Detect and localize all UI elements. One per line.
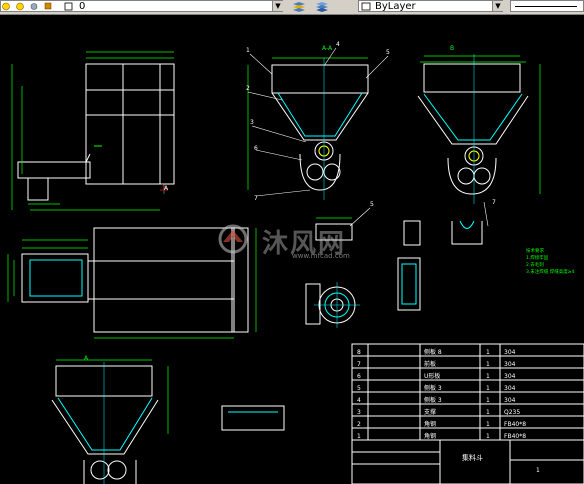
bom-no: 4 — [357, 397, 361, 404]
balloon-number: 7 — [492, 199, 496, 206]
bom-no: 7 — [357, 361, 361, 368]
balloon-number: 5 — [386, 49, 390, 56]
bom-material: 304 — [504, 361, 516, 368]
chevron-down-icon[interactable]: ▼ — [492, 1, 503, 11]
bom-material: 304 — [504, 397, 516, 404]
bom-qty: 1 — [486, 361, 490, 368]
mfcad-logo-icon — [218, 224, 248, 254]
balloon-number: 6 — [254, 145, 258, 152]
bom-qty: 1 — [486, 373, 490, 380]
balloon-number: 5 — [370, 201, 374, 208]
bom-no: 3 — [357, 409, 361, 416]
note-line: 2.去毛刺 — [526, 261, 544, 268]
bom-material: 304 — [504, 385, 516, 392]
bom-name: 支撑 — [424, 408, 436, 416]
drawing-scale: 1 — [536, 467, 540, 474]
bom-qty: 1 — [486, 349, 490, 356]
layer-state-icons — [2, 2, 73, 11]
properties-toolbar: 0 ▼ ByLayer ▼ — [0, 0, 584, 15]
bom-table — [351, 343, 584, 484]
current-layer-name: 0 — [79, 1, 86, 12]
section-label: A — [84, 355, 89, 362]
section-label: A — [164, 185, 169, 192]
bom-no: 1 — [357, 433, 361, 440]
note-line: 技术要求 — [526, 247, 544, 254]
bom-no: 2 — [357, 421, 361, 428]
balloon-number: 7 — [254, 195, 258, 202]
side-view-a — [17, 63, 175, 201]
color-value: ByLayer — [375, 1, 416, 12]
bom-material: 304 — [504, 349, 516, 356]
balloon-number: 3 — [250, 119, 254, 126]
linetype-preview — [515, 6, 577, 7]
watermark-url: www.mfcad.com — [292, 252, 350, 260]
color-dropdown[interactable]: ByLayer ▼ — [358, 0, 503, 12]
bottom-hopper-view — [51, 365, 159, 484]
bom-material: FB40*8 — [504, 433, 526, 440]
technical-notes: 技术要求 1.焊接牢固 2.去毛刺 3.未注焊缝 焊缝高度≥4 — [526, 247, 574, 275]
drawing-title: 集料斗 — [462, 453, 483, 462]
bom-material: FB40*8 — [504, 421, 526, 428]
bom-name: 角钢 — [424, 420, 436, 428]
balloon-number: 1 — [246, 47, 250, 54]
bom-qty: 1 — [486, 397, 490, 404]
chevron-down-icon[interactable]: ▼ — [272, 1, 283, 11]
bom-name: 前板 — [424, 360, 436, 368]
bom-no: 5 — [357, 385, 361, 392]
bom-rows: 8 侧板 8 1 304 7 前板 1 304 6 U形板 1 304 5 侧板… — [357, 348, 540, 474]
bom-name: 侧板 3 — [424, 396, 442, 404]
bom-qty: 1 — [486, 433, 490, 440]
section-label: A-A — [322, 45, 333, 52]
note-line: 1.焊接牢固 — [526, 254, 549, 261]
balloon-number: 4 — [336, 41, 340, 48]
bom-qty: 1 — [486, 385, 490, 392]
bom-no: 6 — [357, 373, 361, 380]
linetype-dropdown[interactable] — [510, 0, 584, 12]
bom-material: Q235 — [504, 409, 520, 416]
right-view-hopper — [417, 63, 529, 195]
color-swatch-icon — [361, 2, 371, 11]
bom-name: U形板 — [424, 372, 440, 380]
bom-qty: 1 — [486, 421, 490, 428]
bom-qty: 1 — [486, 409, 490, 416]
bom-material: 304 — [504, 373, 516, 380]
layer-dropdown[interactable]: 0 ▼ — [0, 0, 283, 12]
bom-name: 侧板 8 — [424, 348, 442, 356]
note-line: 3.未注焊缝 焊缝高度≥4 — [526, 268, 574, 275]
section-labels: A-A B A A — [84, 45, 454, 362]
bom-name: 侧板 3 — [424, 384, 442, 392]
layer-tools-icons[interactable] — [290, 0, 340, 13]
section-label: B — [450, 45, 454, 52]
balloon-number: 2 — [246, 85, 250, 92]
leader-numbers: 1 4 2 5 3 6 7 7 5 — [246, 41, 496, 208]
front-view-hopper — [271, 64, 369, 191]
bom-no: 8 — [357, 349, 361, 356]
bom-name: 角钢 — [424, 432, 436, 440]
